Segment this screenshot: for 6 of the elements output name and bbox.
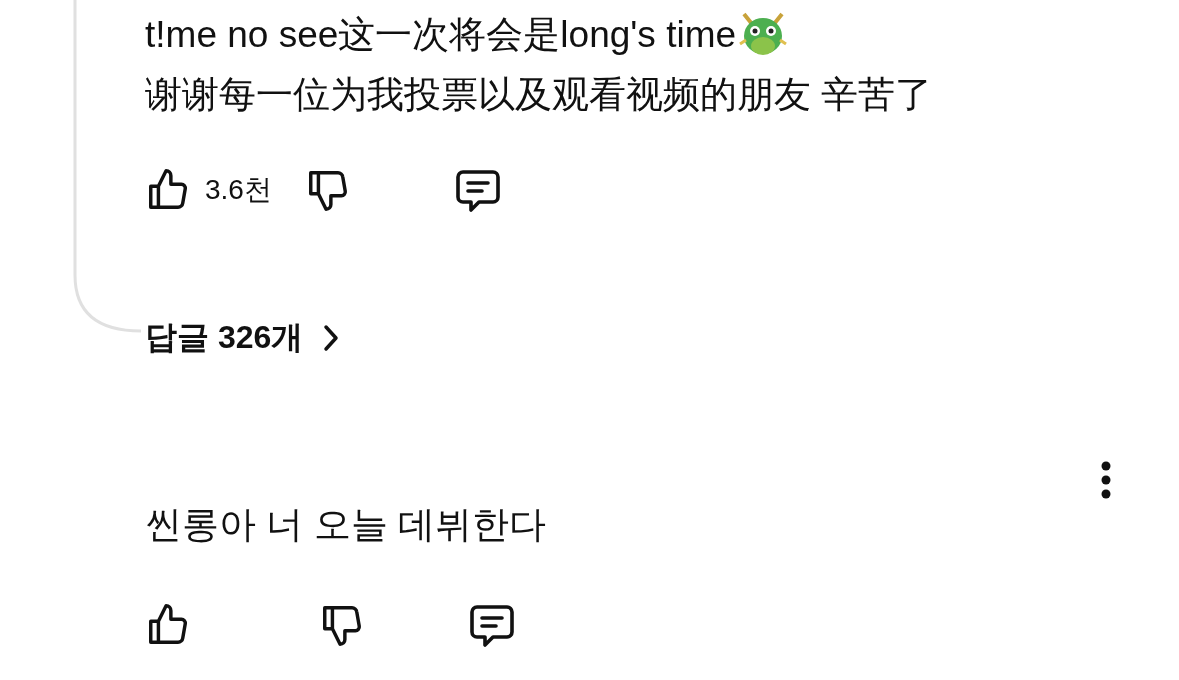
more-options-icon[interactable] xyxy=(1100,461,1112,499)
comment-text: 谢谢每一位为我投票以及观看视频的朋友 辛苦了 xyxy=(145,73,933,117)
replies-link[interactable]: 답글 326개 xyxy=(145,316,304,360)
like-count: 3.6천 xyxy=(205,173,273,207)
comment-text: 씬롱아 너 오늘 데뷔한다 xyxy=(145,503,546,547)
comment-text: t!me no see这一次将会是long's time xyxy=(145,13,737,57)
